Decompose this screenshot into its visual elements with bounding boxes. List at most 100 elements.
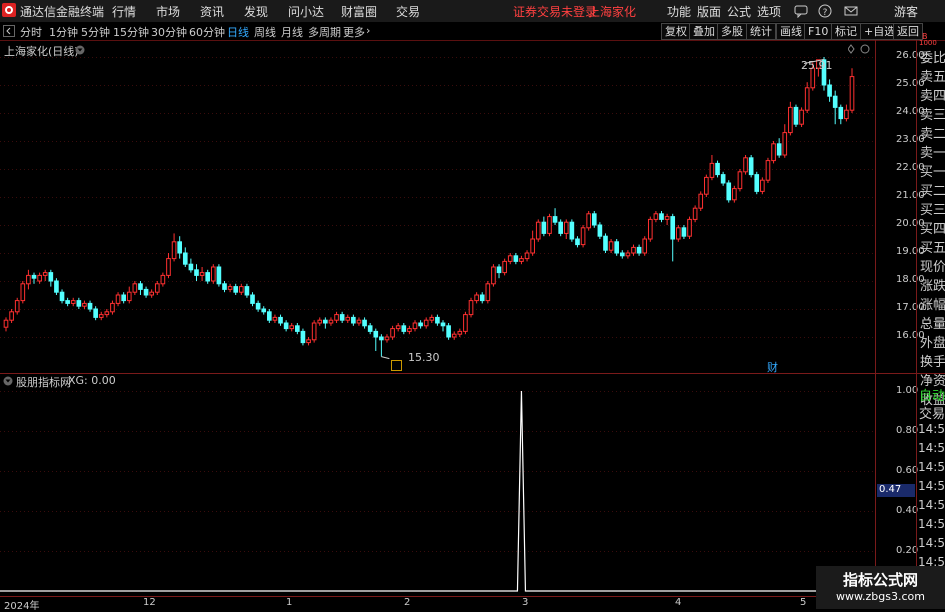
menu-item-options[interactable]: 选项 [757, 3, 781, 20]
candle-body [59, 291, 65, 302]
btn-mark[interactable]: 标记 [831, 23, 861, 40]
candle-body [311, 322, 317, 341]
side-label: 换手 [920, 355, 945, 370]
candle-body [138, 283, 143, 290]
menu-item-market[interactable]: 市场 [156, 3, 180, 20]
chart-settings-icons[interactable] [848, 44, 872, 54]
axis-tick: 0.80 [896, 425, 919, 436]
help-icon[interactable]: ? [818, 4, 832, 18]
period-toolbar: 分时 1分钟 5分钟 15分钟 30分钟 60分钟 日线 周线 月线 多周期 更… [0, 22, 945, 41]
candle-body [743, 157, 748, 173]
candle-body [244, 286, 250, 296]
side-label: 总量 [920, 317, 945, 332]
candle-body [238, 286, 244, 293]
tick-time: 14:56 [918, 517, 945, 531]
indicator-title: 股朋指标网 [16, 376, 71, 389]
indicator-dropdown-icon[interactable] [3, 376, 13, 386]
period-monthly[interactable]: 月线 [281, 24, 303, 40]
trade-login-notice[interactable]: 证券交易未登录 [513, 3, 597, 20]
candle-body [104, 311, 110, 316]
candle-body [552, 216, 558, 223]
candle-body [412, 322, 418, 330]
candle-body [827, 84, 832, 97]
period-more[interactable]: 更多 [343, 24, 365, 40]
btn-overlay[interactable]: 叠加 [689, 23, 719, 40]
candle-body [804, 87, 810, 111]
period-1min[interactable]: 1分钟 [49, 24, 78, 40]
candle-body [844, 109, 849, 120]
btn-adjust[interactable]: 复权 [661, 23, 691, 40]
tick-time: 14:56 [918, 498, 945, 512]
time-label: 12 [143, 597, 156, 608]
candle-body [446, 325, 451, 338]
menu-item-wealth[interactable]: 财富圈 [341, 3, 377, 20]
menu-item-quotes[interactable]: 行情 [112, 3, 136, 20]
candle-body [535, 221, 541, 240]
period-60min[interactable]: 60分钟 [189, 24, 225, 40]
candle-body [14, 300, 20, 313]
more-arrow-icon[interactable]: › [366, 24, 370, 37]
period-multi[interactable]: 多周期 [308, 24, 341, 40]
panel-corner-bottom: 1000 [919, 39, 937, 47]
time-label: 2024年 [4, 601, 40, 612]
chat-icon[interactable] [794, 4, 808, 18]
candle-body [300, 330, 306, 344]
chevron-left-icon[interactable] [3, 25, 15, 37]
candle-body [407, 328, 412, 332]
candle-body [3, 319, 9, 328]
side-label: 买四 [920, 222, 945, 237]
time-axis: 2024年 12 1 2 3 4 5 [0, 596, 875, 612]
candle-body [541, 221, 547, 234]
title-dropdown-icon[interactable] [75, 45, 85, 55]
period-daily[interactable]: 日线 [227, 24, 249, 40]
btn-statistics[interactable]: 统计 [746, 23, 776, 40]
mail-icon[interactable] [844, 4, 858, 18]
candle-body [379, 336, 384, 341]
candle-body [597, 224, 603, 237]
candle-body [233, 286, 239, 293]
candle-body [720, 174, 726, 184]
main-chart-title: 上海家化(日线) [4, 45, 79, 58]
axis-tick: 1.00 [896, 385, 919, 396]
annotations [381, 59, 825, 360]
menu-item-function[interactable]: 功能 [667, 3, 691, 20]
candle-body [732, 188, 737, 201]
candle-body [457, 330, 463, 335]
candle-body [496, 266, 502, 274]
candle-body [580, 227, 586, 246]
event-marker-icon[interactable] [391, 360, 402, 371]
candle-body [692, 207, 698, 220]
menu-item-ask[interactable]: 问小达 [288, 3, 324, 20]
candle-body [832, 95, 838, 108]
menu-item-news[interactable]: 资讯 [200, 3, 224, 20]
candle-body [474, 294, 479, 302]
candle-body [799, 109, 804, 125]
btn-draw[interactable]: 画线 [776, 23, 806, 40]
period-weekly[interactable]: 周线 [254, 24, 276, 40]
candle-body [289, 325, 295, 330]
btn-f10[interactable]: F10 [804, 23, 833, 40]
menu-item-discover[interactable]: 发现 [244, 3, 268, 20]
user-guest[interactable]: 游客 [894, 3, 918, 20]
period-intraday[interactable]: 分时 [20, 24, 42, 40]
candle-body [754, 174, 760, 192]
btn-multi-stock[interactable]: 多股 [717, 23, 747, 40]
menu-item-layout[interactable]: 版面 [697, 3, 721, 20]
candle-body [608, 241, 614, 251]
candle-body [182, 252, 188, 265]
menu-item-formula[interactable]: 公式 [727, 3, 751, 20]
candle-body [502, 260, 507, 274]
period-5min[interactable]: 5分钟 [81, 24, 110, 40]
side-auto-label[interactable]: 自动 [919, 385, 945, 404]
period-15min[interactable]: 15分钟 [113, 24, 149, 40]
candlestick-chart[interactable] [0, 40, 875, 373]
indicator-chart[interactable] [0, 373, 875, 596]
menu-item-trade[interactable]: 交易 [396, 3, 420, 20]
candle-body [143, 288, 149, 296]
candle-body [619, 252, 625, 257]
side-trade-label[interactable]: 交易 [919, 403, 945, 422]
btn-back[interactable]: 返回 [893, 23, 923, 40]
tick-time: 14:56 [918, 422, 945, 436]
period-30min[interactable]: 30分钟 [151, 24, 187, 40]
candle-body [82, 302, 87, 307]
